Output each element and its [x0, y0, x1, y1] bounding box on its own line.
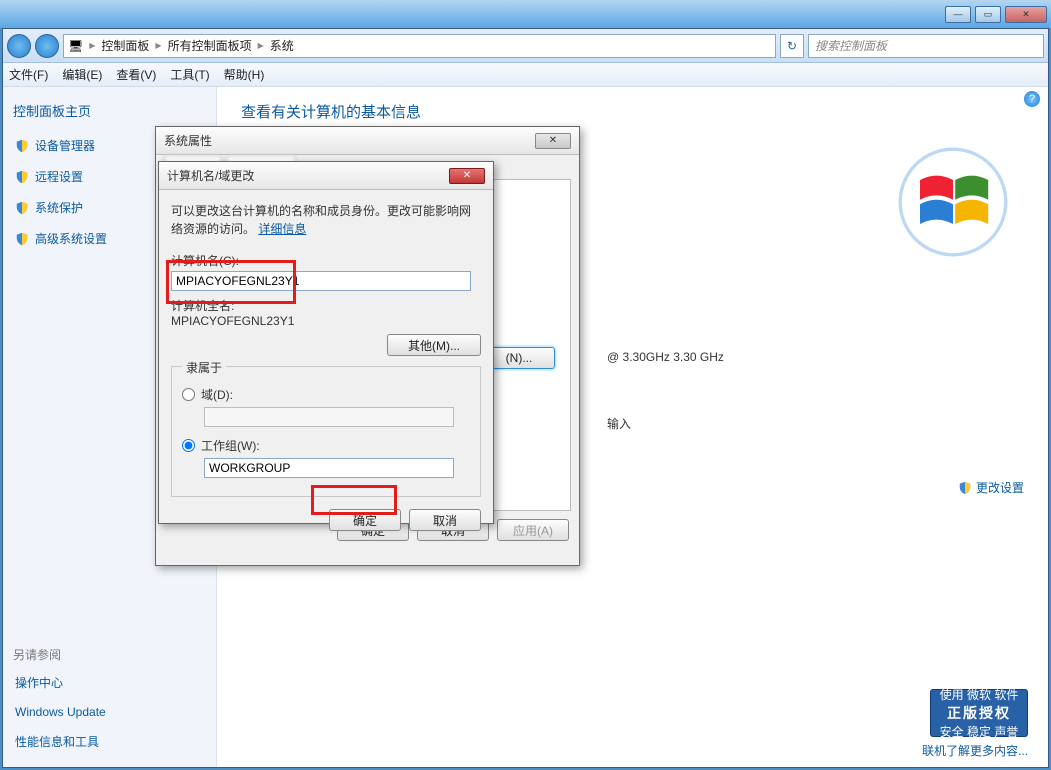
other-button[interactable]: 其他(M)... [387, 334, 481, 356]
sidebar-item-label: 系统保护 [35, 199, 83, 216]
genuine-badge: 使用 微软 软件 正版授权 安全 稳定 声誉 [930, 689, 1028, 737]
shield-icon [15, 139, 29, 153]
group-legend: 隶属于 [182, 359, 226, 376]
address-bar[interactable]: 🖥 ▶ 控制面板 ▶ 所有控制面板项 ▶ 系统 [63, 34, 776, 58]
dialog-title: 系统属性 [164, 132, 212, 149]
see-also-heading: 另请参阅 [13, 646, 206, 663]
sidebar-item-label: 设备管理器 [35, 137, 95, 154]
menu-edit[interactable]: 编辑(E) [62, 66, 102, 83]
menu-file[interactable]: 文件(F) [9, 66, 48, 83]
computer-name-field: 计算机名(C): [171, 252, 481, 291]
shield-icon [958, 481, 972, 495]
help-icon[interactable]: ? [1024, 91, 1040, 107]
badge-line: 使用 微软 软件 [940, 686, 1019, 703]
processor-snippet: @ 3.30GHz 3.30 GHz [607, 350, 724, 364]
badge-line: 正版授权 [947, 703, 1011, 723]
sidebar-heading[interactable]: 控制面板主页 [13, 101, 206, 120]
link-performance[interactable]: 性能信息和工具 [13, 730, 206, 753]
rename-dialog: 计算机名/域更改 ✕ 可以更改这台计算机的名称和成员身份。更改可能影响网络资源的… [158, 161, 494, 524]
search-placeholder: 搜索控制面板 [815, 37, 887, 54]
workgroup-radio[interactable]: 工作组(W): [182, 437, 470, 454]
chevron-right-icon: ▶ [155, 41, 161, 50]
radio-label: 工作组(W): [201, 437, 260, 454]
sidebar-item-label: 远程设置 [35, 168, 83, 185]
cancel-button[interactable]: 取消 [409, 509, 481, 531]
chevron-right-icon: ▶ [89, 41, 95, 50]
radio-label: 域(D): [201, 386, 233, 403]
detail-link[interactable]: 详细信息 [258, 222, 306, 236]
forward-button[interactable] [35, 34, 59, 58]
titlebar: — ▭ ✕ [0, 0, 1051, 28]
apply-button[interactable]: 应用(A) [497, 519, 569, 541]
dialog-titlebar: 计算机名/域更改 ✕ [159, 162, 493, 190]
change-settings-link[interactable]: 更改设置 [958, 479, 1024, 496]
badge-line: 安全 稳定 声誉 [940, 723, 1019, 740]
shield-icon [15, 232, 29, 246]
sidebar-item-label: 高级系统设置 [35, 230, 107, 247]
link-action-center[interactable]: 操作中心 [13, 671, 206, 694]
dialog-title: 计算机名/域更改 [167, 167, 254, 184]
close-icon[interactable]: ✕ [449, 168, 485, 184]
shield-icon [15, 201, 29, 215]
dialog-titlebar: 系统属性 ✕ [156, 127, 579, 155]
radio-input[interactable] [182, 439, 195, 452]
ok-button[interactable]: 确定 [329, 509, 401, 531]
link-label: 更改设置 [976, 479, 1024, 496]
domain-radio[interactable]: 域(D): [182, 386, 470, 403]
shield-icon [15, 170, 29, 184]
windows-logo-icon [898, 147, 1008, 257]
computer-name-input[interactable] [171, 271, 471, 291]
menu-bar: 文件(F) 编辑(E) 查看(V) 工具(T) 帮助(H) [3, 63, 1048, 87]
maximize-button[interactable]: ▭ [975, 6, 1001, 23]
learn-more-link[interactable]: 联机了解更多内容... [922, 742, 1028, 759]
minimize-button[interactable]: — [945, 6, 971, 23]
dialog-button-row: 确定 取消 [171, 509, 481, 531]
member-of-group: 隶属于 域(D): 工作组(W): [171, 366, 481, 497]
computer-icon: 🖥 [68, 39, 83, 53]
page-title: 查看有关计算机的基本信息 [241, 101, 1024, 122]
workgroup-input[interactable] [204, 458, 454, 478]
refresh-button[interactable]: ↻ [780, 34, 804, 58]
nav-bar: 🖥 ▶ 控制面板 ▶ 所有控制面板项 ▶ 系统 ↻ 搜索控制面板 [3, 29, 1048, 63]
dialog-description: 可以更改这台计算机的名称和成员身份。更改可能影响网络资源的访问。 详细信息 [171, 202, 481, 238]
back-button[interactable] [7, 34, 31, 58]
full-name-value: MPIACYOFEGNL23Y1 [171, 314, 481, 328]
link-label: 操作中心 [15, 674, 63, 691]
dialog-body: 可以更改这台计算机的名称和成员身份。更改可能影响网络资源的访问。 详细信息 计算… [159, 190, 493, 523]
link-label: 性能信息和工具 [15, 733, 99, 750]
menu-view[interactable]: 查看(V) [116, 66, 156, 83]
link-label: Windows Update [15, 705, 106, 719]
breadcrumb[interactable]: 控制面板 [101, 37, 149, 54]
close-icon[interactable]: ✕ [535, 133, 571, 149]
chevron-right-icon: ▶ [258, 41, 264, 50]
menu-tools[interactable]: 工具(T) [170, 66, 209, 83]
breadcrumb[interactable]: 所有控制面板项 [168, 37, 252, 54]
desc-text: 可以更改这台计算机的名称和成员身份。更改可能影响网络资源的访问。 [171, 204, 471, 236]
link-windows-update[interactable]: Windows Update [13, 702, 206, 722]
domain-input [204, 407, 454, 427]
field-label: 计算机名(C): [171, 252, 481, 269]
menu-help[interactable]: 帮助(H) [224, 66, 265, 83]
radio-input[interactable] [182, 388, 195, 401]
close-button[interactable]: ✕ [1005, 6, 1047, 23]
search-input[interactable]: 搜索控制面板 [808, 34, 1044, 58]
breadcrumb[interactable]: 系统 [270, 37, 294, 54]
full-name-label: 计算机全名: [171, 297, 481, 314]
pen-snippet: 输入 [607, 415, 631, 432]
